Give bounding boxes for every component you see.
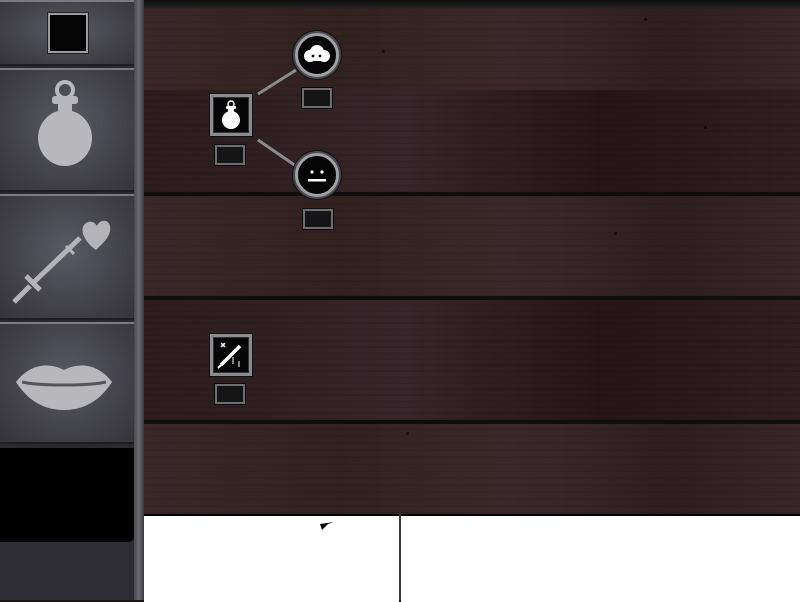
square-slot-icon (48, 13, 88, 53)
sidebar-tab-top[interactable] (0, 0, 134, 66)
skill-tree-board (144, 0, 800, 514)
description-panel-left (144, 514, 399, 602)
sleeping-face-icon (308, 170, 326, 182)
skill-rank-cloud (302, 88, 332, 108)
sidebar-bottom-filler (0, 542, 134, 600)
sidebar-tab-social[interactable] (0, 322, 134, 444)
cloud-icon (304, 45, 330, 62)
skill-link (257, 68, 297, 96)
skill-rank-face (303, 209, 333, 229)
skill-node-blade[interactable] (210, 334, 252, 376)
heart-sword-icon (12, 220, 111, 304)
skill-rank-potion (215, 145, 245, 165)
lips-icon (16, 365, 112, 410)
skill-node-potion[interactable] (210, 94, 252, 136)
pointer-cursor-icon (320, 522, 334, 530)
poisoned-blade-icon (217, 342, 242, 369)
skill-rank-blade (215, 384, 245, 404)
skill-node-face[interactable] (295, 153, 339, 197)
skill-node-cloud[interactable] (295, 33, 339, 77)
sidebar-tab-combat[interactable] (0, 194, 134, 320)
category-sidebar (0, 0, 144, 600)
potion-flask-icon (38, 80, 92, 166)
description-panel-right (401, 514, 800, 602)
skill-connections (257, 68, 297, 168)
potion-flask-icon (222, 100, 240, 129)
sidebar-tab-empty[interactable] (0, 446, 134, 542)
sidebar-tab-potions[interactable] (0, 68, 134, 192)
skill-link (257, 138, 297, 168)
